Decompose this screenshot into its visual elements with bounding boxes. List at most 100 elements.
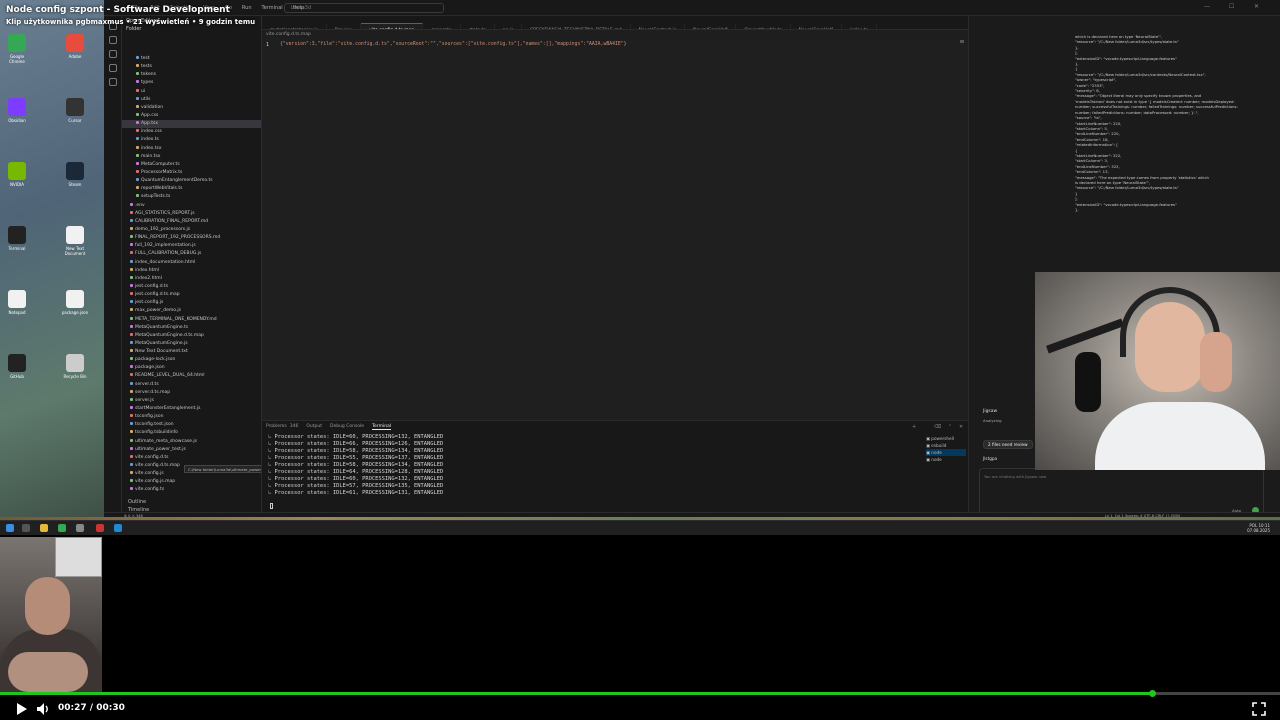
desktop-icon[interactable]: GitHub (2, 354, 32, 379)
file-tree-item[interactable]: QuantumEntanglementDemo.ts (122, 177, 261, 185)
editor-tab[interactable]: Qquantityutils.ts (736, 24, 791, 29)
file-tree-item[interactable]: ultimate_power_test.js (122, 446, 261, 454)
file-tree-item[interactable]: jest.config.d.ts (122, 283, 261, 291)
file-tree-item[interactable]: index.tsx (122, 145, 261, 153)
menu-item[interactable]: Run (242, 5, 252, 11)
menu-item[interactable]: Terminal (262, 5, 283, 11)
file-tree-item[interactable]: vite.config.js.map (122, 478, 261, 486)
file-tree-item[interactable]: App.css (122, 112, 261, 120)
editor-tab[interactable]: ap.js (495, 24, 523, 29)
file-tree-item[interactable]: main.tsx (122, 153, 261, 161)
maximize-panel-icon[interactable]: ⌃ (948, 424, 952, 430)
file-tree-item[interactable]: index2.html (122, 275, 261, 283)
file-tree-item[interactable]: tsconfig.tsbuildinfo (122, 429, 261, 437)
file-tree-item[interactable]: tests (122, 63, 261, 71)
windows-start-icon[interactable] (6, 524, 14, 532)
file-tree-item[interactable]: tsconfig.json (122, 413, 261, 421)
editor-tab[interactable]: NeuralCoreHalf (791, 24, 842, 29)
trash-icon[interactable]: ⌫ (934, 424, 941, 430)
file-tree-item[interactable]: MetaQuantumEngine.js (122, 340, 261, 348)
file-tree-item[interactable]: jest.config.js (122, 299, 261, 307)
progress-handle[interactable] (1149, 690, 1156, 697)
editor-tab[interactable]: mutationstrategies.js (262, 24, 327, 29)
file-tree-item[interactable]: tokens (122, 71, 261, 79)
file-tree-item[interactable]: FULL_CALIBRATION_DEBUG.js (122, 250, 261, 258)
chat-input[interactable]: You are chatting with Jigsaw now Auto (979, 468, 1264, 518)
file-tree-item[interactable]: App.tsx (122, 120, 261, 129)
terminal-instance[interactable]: ▣ node (926, 449, 966, 456)
desktop-icon[interactable]: package.json (60, 290, 90, 315)
desktop-icon[interactable]: Notepad (2, 290, 32, 315)
file-tree-item[interactable]: full_192_implementation.js (122, 242, 261, 250)
editor-tab[interactable]: Preview (327, 24, 362, 29)
file-tree-item[interactable]: vite.config.ts (122, 486, 261, 494)
file-tree-item[interactable]: CALIBRATION_FINAL_REPORT.md (122, 218, 261, 226)
file-tree-item[interactable]: ultimate_meta_showcase.js (122, 438, 261, 446)
system-tray[interactable]: POL 10:11 07.08.2025 (1247, 523, 1270, 533)
file-tree-item[interactable]: test (122, 55, 261, 63)
file-tree-item[interactable]: jest.config.d.ts.map (122, 291, 261, 299)
source-control-icon[interactable] (108, 50, 117, 58)
close-panel-icon[interactable]: ✕ (959, 424, 963, 430)
editor-tab[interactable]: NeuralCoreHalf (685, 24, 737, 29)
minimize-icon[interactable]: — (1204, 3, 1210, 10)
outline-section[interactable]: Outline (122, 499, 261, 505)
folder-header[interactable]: Folder (122, 26, 261, 34)
panel-tab[interactable]: Problems 346 (266, 424, 298, 430)
file-tree-item[interactable]: META_TERMINAL_ONE_KOMENDY.md (122, 316, 261, 324)
record-icon[interactable] (96, 524, 104, 532)
close-icon[interactable]: ✕ (1254, 3, 1259, 10)
command-center[interactable]: Luma3d (284, 3, 444, 13)
explorer-icon[interactable] (40, 524, 48, 532)
panel-tab[interactable]: Output (306, 424, 322, 430)
file-tree-item[interactable]: .env (122, 202, 261, 210)
code-line[interactable]: {"version":3,"file":"vite.config.d.ts","… (280, 42, 627, 47)
file-tree-item[interactable]: tsconfig.test.json (122, 421, 261, 429)
file-tree-item[interactable]: setupTests.ts (122, 193, 261, 201)
breadcrumb[interactable]: vite.config.d.ts.map (266, 32, 311, 37)
file-tree-item[interactable]: FINAL_REPORT_192_PROCESSORS.md (122, 234, 261, 242)
editor-tab[interactable]: vite.config.d.ts.map (361, 23, 424, 29)
terminal-output[interactable]: ↳ Processor states: IDLE=60, PROCESSING=… (268, 434, 828, 497)
volume-icon[interactable] (36, 702, 50, 716)
file-tree-item[interactable]: MetaQuantumEngine.ts (122, 324, 261, 332)
maximize-icon[interactable]: ☐ (1229, 3, 1234, 10)
file-tree-item[interactable]: index.ts (122, 136, 261, 144)
review-files-button[interactable]: 2 files need review (983, 440, 1033, 449)
editor-tab[interactable]: generate (423, 24, 461, 29)
desktop-icon[interactable]: Google Chrome (2, 34, 32, 64)
extensions-icon[interactable] (108, 78, 117, 86)
file-tree-item[interactable]: reportWebVitals.ts (122, 185, 261, 193)
file-tree-item[interactable]: startMonsterEntanglement.js (122, 405, 261, 413)
file-tree-item[interactable]: max_power_demo.js (122, 307, 261, 315)
problems-log[interactable]: which is declared here on type 'NeuralSt… (1075, 34, 1275, 212)
app-icon[interactable] (76, 524, 84, 532)
desktop-icon[interactable]: Recycle Bin (60, 354, 90, 379)
file-tree-item[interactable]: index_documentation.html (122, 259, 261, 267)
terminal-instance[interactable]: ▣ node (926, 456, 966, 463)
file-tree-item[interactable]: index.html (122, 267, 261, 275)
terminal-instance[interactable]: ▣ esbuild (926, 442, 966, 449)
file-tree-item[interactable]: demo_192_processors.js (122, 226, 261, 234)
file-tree-item[interactable]: package-lock.json (122, 356, 261, 364)
file-tree-item[interactable]: MetaQuantumEngine.d.ts.map (122, 332, 261, 340)
desktop-icon[interactable]: Adobe (60, 34, 90, 59)
progress-bar[interactable] (0, 690, 1280, 697)
file-tree-item[interactable]: types (122, 79, 261, 87)
fullscreen-icon[interactable] (1252, 702, 1266, 716)
search-icon[interactable] (108, 36, 117, 44)
chrome-icon[interactable] (58, 524, 66, 532)
file-tree-item[interactable]: server.d.ts (122, 381, 261, 389)
file-tree-item[interactable]: ui (122, 88, 261, 96)
file-tree-item[interactable]: utils (122, 96, 261, 104)
file-tree-item[interactable]: MetaComputer.ts (122, 161, 261, 169)
desktop-icon[interactable]: Terminal (2, 226, 32, 251)
file-tree-item[interactable]: ProcessorMatrix.ts (122, 169, 261, 177)
panel-tab[interactable]: Debug Console (330, 424, 364, 430)
play-icon[interactable] (14, 702, 28, 716)
file-tree-item[interactable]: server.js (122, 397, 261, 405)
file-tree-item[interactable]: validation (122, 104, 261, 112)
desktop-icon[interactable]: Cursor (60, 98, 90, 123)
desktop-icon[interactable]: Steam (60, 162, 90, 187)
desktop-icon[interactable]: NVIDIA (2, 162, 32, 187)
